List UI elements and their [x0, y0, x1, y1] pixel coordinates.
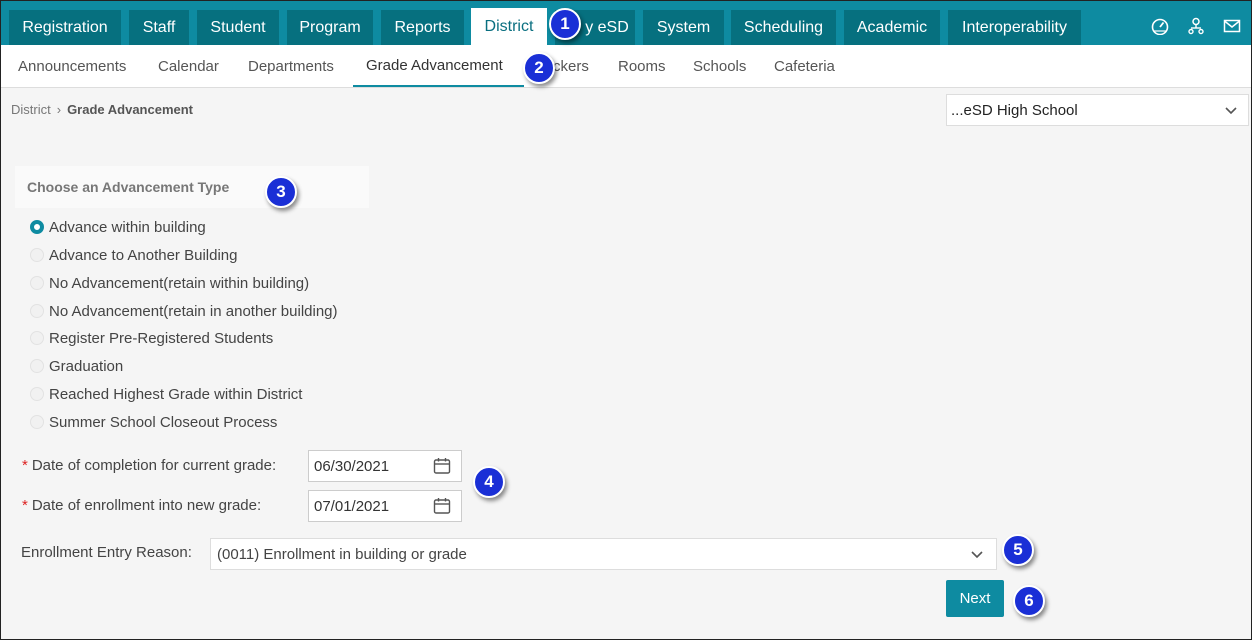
- radio-no-advancement-within[interactable]: No Advancement(retain within building): [30, 271, 309, 295]
- subtab-schools[interactable]: Schools: [693, 45, 746, 87]
- radio-button[interactable]: [30, 415, 44, 429]
- radio-label: Advance to Another Building: [49, 246, 238, 264]
- breadcrumb-district[interactable]: District: [11, 102, 51, 117]
- enrollment-date-label-text: Date of enrollment into new grade:: [31, 497, 262, 514]
- subtab-grade-advancement[interactable]: Grade Advancement: [353, 45, 524, 87]
- radio-button[interactable]: [30, 359, 44, 373]
- breadcrumb-separator: ›: [56, 102, 62, 117]
- subtab-announcements[interactable]: Announcements: [18, 45, 126, 87]
- calendar-icon[interactable]: [433, 497, 451, 519]
- radio-button[interactable]: [30, 276, 44, 290]
- completion-date-label-text: Date of completion for current grade:: [31, 457, 277, 474]
- required-marker: *: [22, 497, 28, 514]
- radio-label: Register Pre-Registered Students: [49, 329, 274, 347]
- radio-button-selected[interactable]: [30, 220, 44, 234]
- radio-button[interactable]: [30, 304, 44, 318]
- subtab-lockers[interactable]: ckers: [553, 45, 589, 87]
- radio-label: No Advancement(retain in another buildin…: [49, 302, 338, 320]
- top-nav-bar: Registration Staff Student Program Repor…: [1, 1, 1251, 45]
- tab-scheduling[interactable]: Scheduling: [731, 10, 836, 45]
- tab-interoperability[interactable]: Interoperability: [948, 10, 1081, 45]
- radio-label: Summer School Closeout Process: [49, 413, 278, 431]
- callout-badge-5: 5: [1002, 534, 1034, 566]
- entry-reason-value: (0011) Enrollment in building or grade: [217, 545, 467, 563]
- next-button[interactable]: Next: [946, 580, 1004, 617]
- tab-reports[interactable]: Reports: [381, 10, 464, 45]
- callout-badge-1: 1: [549, 8, 581, 40]
- radio-graduation[interactable]: Graduation: [30, 354, 123, 378]
- subtab-departments[interactable]: Departments: [248, 45, 334, 87]
- subtab-cafeteria[interactable]: Cafeteria: [774, 45, 835, 87]
- breadcrumb-current: Grade Advancement: [67, 102, 194, 117]
- entry-reason-select[interactable]: (0011) Enrollment in building or grade: [210, 538, 997, 570]
- entry-reason-label: Enrollment Entry Reason:: [21, 544, 192, 561]
- callout-badge-6: 6: [1013, 585, 1045, 617]
- enrollment-date-value: 07/01/2021: [314, 497, 390, 515]
- completion-date-value: 06/30/2021: [314, 457, 390, 475]
- breadcrumb: District › Grade Advancement: [11, 102, 193, 117]
- enrollment-date-label: * Date of enrollment into new grade:: [22, 497, 261, 514]
- dashboard-icon[interactable]: [1151, 17, 1169, 36]
- tab-registration[interactable]: Registration: [9, 10, 121, 45]
- subtab-calendar[interactable]: Calendar: [158, 45, 219, 87]
- advancement-type-heading: Choose an Advancement Type: [15, 166, 369, 208]
- chevron-down-icon: [970, 547, 984, 565]
- completion-date-input[interactable]: 06/30/2021: [308, 450, 462, 482]
- tab-staff[interactable]: Staff: [129, 10, 189, 45]
- school-select-value: ...eSD High School: [951, 101, 1078, 119]
- radio-label: Reached Highest Grade within District: [49, 385, 303, 403]
- radio-advance-within-building[interactable]: Advance within building: [30, 215, 206, 239]
- sub-nav-bar: Announcements Calendar Departments Grade…: [1, 45, 1251, 88]
- tab-program[interactable]: Program: [287, 10, 373, 45]
- callout-badge-4: 4: [473, 466, 505, 498]
- radio-label: No Advancement(retain within building): [49, 274, 310, 292]
- tab-student[interactable]: Student: [197, 10, 279, 45]
- radio-label: Graduation: [49, 357, 124, 375]
- school-select[interactable]: ...eSD High School: [946, 94, 1249, 126]
- radio-register-pre-registered[interactable]: Register Pre-Registered Students: [30, 326, 273, 350]
- callout-badge-2: 2: [523, 52, 555, 84]
- calendar-icon[interactable]: [433, 457, 451, 479]
- app-window: Registration Staff Student Program Repor…: [0, 0, 1252, 640]
- tab-academic[interactable]: Academic: [844, 10, 940, 45]
- mail-icon[interactable]: [1223, 17, 1241, 35]
- radio-highest-grade[interactable]: Reached Highest Grade within District: [30, 382, 302, 406]
- radio-summer-school-closeout[interactable]: Summer School Closeout Process: [30, 410, 277, 434]
- user-network-icon[interactable]: [1187, 17, 1205, 35]
- callout-badge-3: 3: [265, 176, 297, 208]
- tab-district[interactable]: District: [471, 8, 547, 45]
- enrollment-date-input[interactable]: 07/01/2021: [308, 490, 462, 522]
- subtab-rooms[interactable]: Rooms: [618, 45, 666, 87]
- radio-label: Advance within building: [49, 218, 206, 236]
- radio-button[interactable]: [30, 331, 44, 345]
- radio-advance-another-building[interactable]: Advance to Another Building: [30, 243, 237, 267]
- chevron-down-icon: [1224, 103, 1238, 121]
- radio-no-advancement-another[interactable]: No Advancement(retain in another buildin…: [30, 299, 338, 323]
- completion-date-label: * Date of completion for current grade:: [22, 457, 276, 474]
- radio-button[interactable]: [30, 248, 44, 262]
- radio-button[interactable]: [30, 387, 44, 401]
- tab-system[interactable]: System: [643, 10, 724, 45]
- required-marker: *: [22, 457, 28, 474]
